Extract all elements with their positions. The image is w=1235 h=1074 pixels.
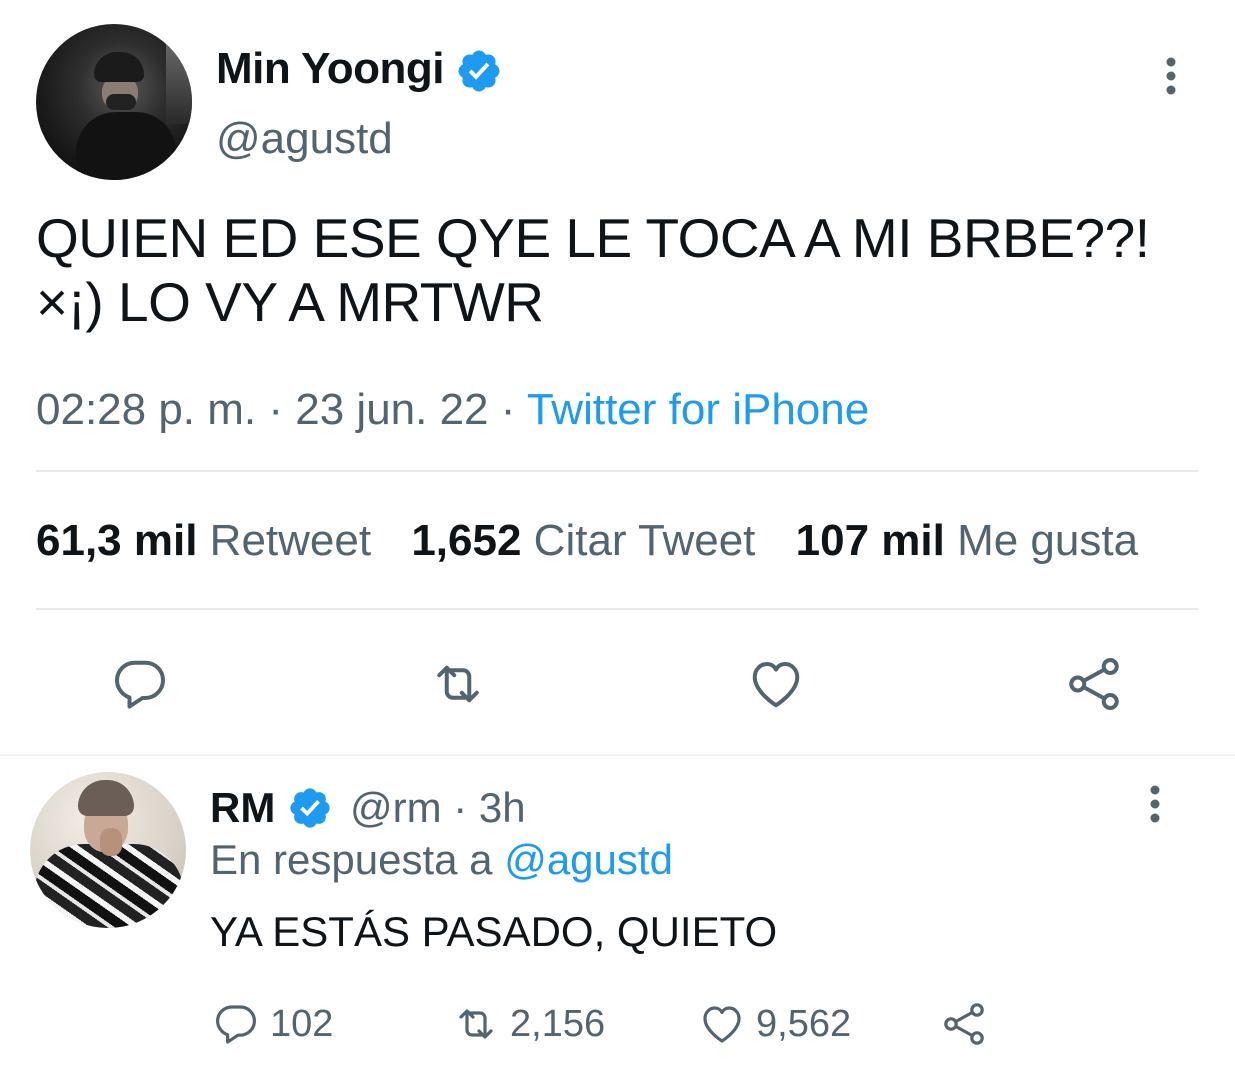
retweet-count: 2,156: [510, 1002, 606, 1045]
retweets-label[interactable]: Retweet: [210, 516, 371, 565]
thread-divider: [0, 754, 1235, 756]
divider: [36, 470, 1198, 472]
author-avatar[interactable]: [36, 24, 192, 180]
quotes-count[interactable]: 1,652: [411, 516, 521, 565]
reply-tweet-text: YA ESTÁS PASADO, QUIETO: [210, 908, 778, 955]
more-options-icon[interactable]: [1144, 784, 1166, 824]
tweet-text-line-2: ×¡) LO VY A MRTWR: [36, 271, 544, 333]
reply-reply-button[interactable]: 102: [212, 1000, 333, 1048]
reply-retweet-button[interactable]: 2,156: [452, 1000, 605, 1048]
share-icon[interactable]: [1064, 654, 1124, 714]
tweet-stats: 61,3 mil Retweet 1,652 Citar Tweet 107 m…: [36, 516, 1138, 566]
like-count: 9,562: [756, 1002, 852, 1045]
quotes-label[interactable]: Citar Tweet: [534, 516, 756, 565]
reply-context: En respuesta a @agustd: [210, 836, 673, 884]
reply-mention-link[interactable]: @agustd: [504, 836, 673, 883]
reply-author-avatar[interactable]: [30, 772, 186, 928]
reply-author-handle-time[interactable]: @rm · 3h: [350, 784, 526, 832]
reply-icon: [216, 1005, 256, 1044]
retweet-icon: [459, 1009, 493, 1039]
tweet-text-line-1: QUIEN ED ESE QYE LE TOCA A MI BRBE??!: [36, 207, 1150, 269]
likes-label[interactable]: Me gusta: [957, 516, 1138, 565]
more-options-icon[interactable]: [1160, 56, 1182, 96]
tweet-date[interactable]: 23 jun. 22: [295, 385, 488, 434]
like-icon[interactable]: [746, 654, 806, 714]
reply-author-name[interactable]: RM: [210, 784, 275, 832]
tweet-time[interactable]: 02:28 p. m.: [36, 385, 256, 434]
verified-badge-icon: [458, 50, 500, 92]
reply-prefix: En respuesta a: [210, 836, 505, 883]
reply-count: 102: [270, 1002, 334, 1045]
tweet-source-link[interactable]: Twitter for iPhone: [527, 385, 869, 434]
likes-count[interactable]: 107 mil: [796, 516, 945, 565]
meta-separator: ·: [488, 385, 527, 434]
reply-icon[interactable]: [110, 654, 170, 714]
divider: [36, 608, 1198, 610]
retweet-icon[interactable]: [428, 654, 488, 714]
share-icon: [944, 1003, 984, 1045]
reply-share-button[interactable]: [940, 1000, 998, 1048]
author-handle[interactable]: @agustd: [216, 114, 393, 164]
retweets-count[interactable]: 61,3 mil: [36, 516, 197, 565]
verified-badge-icon: [290, 788, 330, 828]
meta-separator: ·: [256, 385, 296, 434]
tweet-metadata: 02:28 p. m. · 23 jun. 22 · Twitter for i…: [36, 385, 869, 435]
like-icon: [703, 1006, 741, 1043]
author-name[interactable]: Min Yoongi: [216, 44, 445, 94]
tweet-text: QUIEN ED ESE QYE LE TOCA A MI BRBE??! ×¡…: [36, 206, 1196, 334]
reply-like-button[interactable]: 9,562: [698, 1000, 851, 1048]
